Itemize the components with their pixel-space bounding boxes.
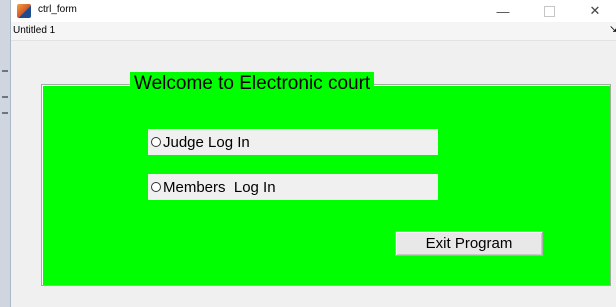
menu-bar: Untitled 1 ↘: [11, 22, 616, 41]
radio-circle-icon[interactable]: [151, 182, 161, 192]
desktop-mark: [2, 112, 8, 114]
window-title: ctrl_form: [38, 4, 77, 15]
judge-login-label: Judge Log In: [163, 133, 250, 151]
title-bar[interactable]: ctrl_form — ✕: [11, 0, 616, 22]
app-window: ctrl_form — ✕ Untitled 1 ↘ Welcome to El…: [10, 0, 616, 307]
desktop-mark: [2, 70, 8, 72]
minimize-button[interactable]: —: [483, 0, 523, 22]
judge-login-radio[interactable]: Judge Log In: [148, 129, 438, 155]
radio-circle-icon[interactable]: [151, 137, 161, 147]
members-login-label: Members Log In: [163, 178, 276, 196]
maximize-button[interactable]: [529, 0, 569, 22]
maximize-icon: [543, 5, 555, 17]
panel-title: Welcome to Electronic court: [130, 72, 375, 96]
matlab-icon: [17, 4, 31, 18]
desktop-mark: [2, 96, 8, 98]
members-login-radio[interactable]: Members Log In: [148, 174, 438, 200]
arrow-icon: ↘: [609, 24, 616, 35]
menu-item-untitled[interactable]: Untitled 1: [13, 25, 55, 36]
close-button[interactable]: ✕: [575, 0, 615, 22]
desktop-background-strip: [0, 0, 10, 307]
exit-program-button[interactable]: Exit Program: [395, 231, 543, 256]
